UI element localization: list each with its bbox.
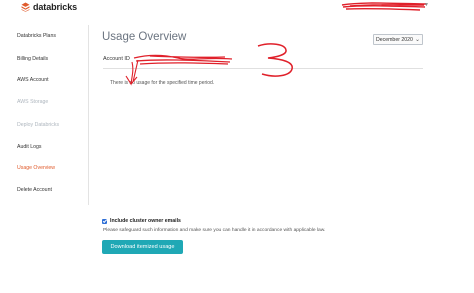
annotation-number-three <box>257 43 293 77</box>
include-emails-row: Include cluster owner emails <box>102 218 181 224</box>
sidebar-item-deploy-databricks: Deploy Databricks <box>17 122 60 128</box>
brand-name: databricks <box>33 2 78 12</box>
safeguard-note: Please safeguard such information and ma… <box>103 228 326 233</box>
sidebar: Databricks Plans Billing Details AWS Acc… <box>12 25 89 205</box>
month-select-value: December 2020 <box>376 36 413 43</box>
account-id-value-redacted <box>136 57 234 65</box>
user-menu-redacted[interactable] <box>340 0 428 12</box>
top-bar: databricks ▼ <box>0 0 474 16</box>
databricks-logo-icon <box>21 2 30 12</box>
account-id-label: Account ID <box>103 56 130 62</box>
download-itemized-usage-button[interactable]: Download itemized usage <box>102 240 183 254</box>
sidebar-item-delete-account[interactable]: Delete Account <box>17 187 52 193</box>
sidebar-item-usage-overview[interactable]: Usage Overview <box>17 165 55 171</box>
sidebar-item-aws-account[interactable]: AWS Account <box>17 77 49 83</box>
sidebar-item-billing-details[interactable]: Billing Details <box>17 56 48 62</box>
databricks-logo[interactable]: databricks <box>21 1 77 13</box>
sidebar-item-audit-logs[interactable]: Audit Logs <box>17 144 42 150</box>
divider <box>103 68 423 69</box>
user-menu-caret-icon[interactable]: ▼ <box>424 2 429 8</box>
sidebar-item-aws-storage: AWS Storage <box>17 99 49 105</box>
include-emails-checkbox[interactable] <box>102 218 107 224</box>
empty-usage-message: There is no usage for the specified time… <box>110 80 215 86</box>
redaction-scribble <box>341 2 427 11</box>
include-emails-label[interactable]: Include cluster owner emails <box>110 218 181 224</box>
chevron-down-icon: ⌄ <box>414 37 420 43</box>
sidebar-item-databricks-plans[interactable]: Databricks Plans <box>17 33 56 39</box>
month-select[interactable]: December 2020 ⌄ <box>373 34 423 45</box>
page-title: Usage Overview <box>102 31 187 43</box>
